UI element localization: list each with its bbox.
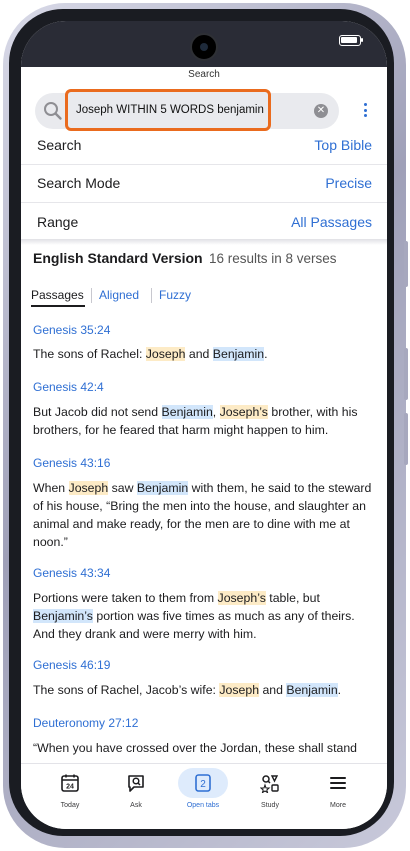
verse-text-segment: But Jacob did not send — [33, 405, 162, 419]
highlight-benjamin: Benjamin — [161, 405, 213, 419]
tab-open-tabs[interactable]: 2 Open tabs — [173, 764, 233, 824]
row-label: Range — [37, 214, 79, 230]
verse-text-segment: table, but — [265, 591, 320, 605]
verse-text-segment: and — [185, 347, 213, 361]
svg-text:2: 2 — [200, 779, 206, 790]
verse-reference[interactable]: Genesis 35:24 — [33, 323, 110, 337]
search-mode-value[interactable]: Precise — [325, 164, 372, 202]
tab-passages[interactable]: Passages — [31, 286, 84, 304]
verse-text-segment: . — [337, 683, 342, 697]
tab-label: Today — [60, 802, 80, 809]
tab-fuzzy[interactable]: Fuzzy — [159, 286, 191, 304]
search-scope-value[interactable]: Top Bible — [314, 126, 372, 164]
highlight-benjamin: Benjamin — [212, 347, 265, 361]
verse-text-segment: The sons of Rachel: — [33, 347, 146, 361]
results-count: 16 results in 8 verses — [209, 251, 337, 266]
highlight-benjamin: Benjamin’s — [33, 609, 93, 623]
tab-label: Open tabs — [186, 802, 220, 809]
verse-text-segment: When — [33, 481, 69, 495]
screen: Search Joseph WITHIN 5 WORDS benjamin ✕ … — [21, 21, 387, 829]
page-title: Search — [188, 69, 220, 80]
verse-text-segment: , — [212, 405, 220, 419]
divider — [91, 288, 92, 303]
version-name[interactable]: English Standard Version — [33, 250, 203, 266]
verse-text[interactable]: “When you have crossed over the Jordan, … — [33, 739, 383, 757]
verse-text[interactable]: The sons of Rachel, Jacob’s wife: Joseph… — [33, 681, 373, 699]
front-camera — [190, 33, 218, 61]
tab-more[interactable]: More — [308, 764, 368, 824]
bottom-tab-bar: 24 Today Ask 2 Open tabs Study More — [21, 763, 387, 829]
range-value[interactable]: All Passages — [291, 203, 372, 241]
verse-text-segment: Portions were taken to them from — [33, 591, 218, 605]
svg-text:24: 24 — [66, 784, 74, 791]
divider — [21, 239, 387, 245]
verse-reference[interactable]: Genesis 43:16 — [33, 456, 110, 470]
tab-label: More — [330, 802, 346, 809]
verse-text-segment: and — [259, 683, 287, 697]
row-label: Search — [37, 137, 82, 153]
verse-text[interactable]: Portions were taken to them from Joseph’… — [33, 589, 373, 643]
highlight-joseph: Joseph — [145, 347, 186, 361]
verse-text-segment: . — [264, 347, 268, 361]
row-label: Search Mode — [37, 175, 121, 191]
chat-search-icon — [128, 775, 144, 792]
verse-reference[interactable]: Genesis 43:34 — [33, 566, 110, 580]
calendar-icon: 24 — [61, 774, 79, 792]
verse-reference[interactable]: Genesis 42:4 — [33, 380, 104, 394]
clear-icon[interactable]: ✕ — [314, 104, 328, 118]
study-icon — [260, 775, 279, 793]
tab-study[interactable]: Study — [240, 764, 300, 824]
search-icon — [44, 102, 62, 120]
menu-icon — [330, 777, 346, 789]
search-query-text: Joseph WITHIN 5 WORDS benjamin — [76, 104, 264, 116]
divider — [151, 288, 152, 303]
tab-label: Ask — [130, 802, 142, 809]
tabs-icon: 2 — [195, 774, 211, 792]
phone-side-button — [404, 241, 408, 287]
more-options-icon[interactable] — [364, 103, 368, 119]
highlight-joseph: Joseph’s — [219, 405, 268, 419]
search-input[interactable]: Joseph WITHIN 5 WORDS benjamin — [65, 89, 271, 131]
phone-side-button — [404, 413, 408, 465]
battery-icon — [339, 35, 363, 46]
verse-text-segment: saw — [108, 481, 137, 495]
tab-today[interactable]: 24 Today — [40, 764, 100, 824]
verse-text[interactable]: But Jacob did not send Benjamin, Joseph’… — [33, 403, 373, 439]
verse-text[interactable]: The sons of Rachel: Joseph and Benjamin. — [33, 345, 373, 363]
tab-ask[interactable]: Ask — [106, 764, 166, 824]
active-tab-indicator — [31, 305, 85, 307]
search-mode-row[interactable]: Search Mode Precise — [21, 164, 387, 202]
tab-label: Study — [261, 802, 279, 809]
tab-aligned[interactable]: Aligned — [99, 286, 139, 304]
status-bar — [21, 21, 387, 67]
verse-reference[interactable]: Genesis 46:19 — [33, 658, 110, 672]
highlight-benjamin: Benjamin — [286, 683, 338, 697]
range-row[interactable]: Range All Passages — [21, 203, 387, 241]
highlight-joseph: Joseph’s — [217, 591, 266, 605]
phone-side-button — [404, 348, 408, 400]
search-scope-row[interactable]: Search Top Bible — [21, 126, 387, 164]
verse-text-segment: The sons of Rachel, Jacob’s wife: — [33, 683, 220, 697]
highlight-joseph: Joseph — [68, 481, 109, 495]
verse-text-segment: “When you have crossed over the Jordan, … — [33, 741, 358, 755]
highlight-benjamin: Benjamin — [136, 481, 189, 495]
verse-text[interactable]: When Joseph saw Benjamin with them, he s… — [33, 479, 373, 551]
verse-reference[interactable]: Deuteronomy 27:12 — [33, 716, 138, 730]
highlight-joseph: Joseph — [219, 683, 260, 697]
